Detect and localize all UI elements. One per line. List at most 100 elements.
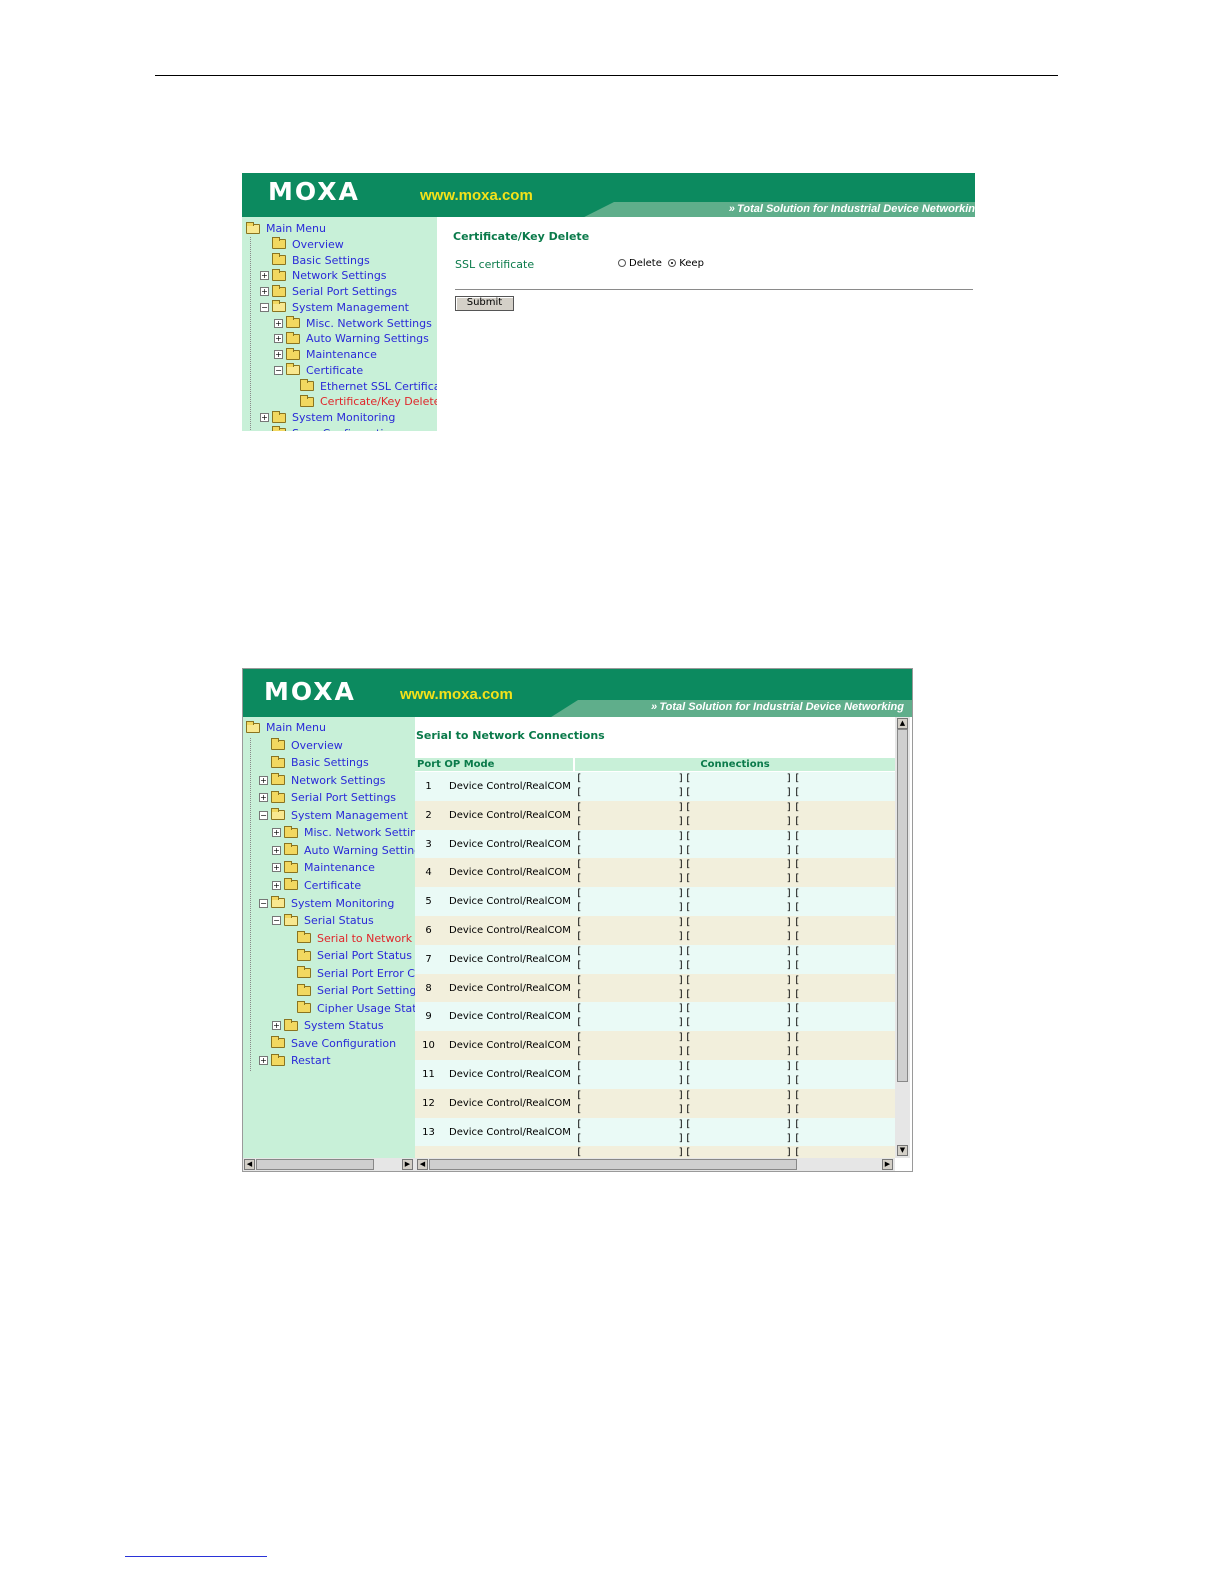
table-row: 2 Device Control/RealCOM[][][[][][	[415, 800, 895, 830]
scrollbar-thumb[interactable]	[429, 1159, 797, 1170]
menu-item-auto-warning-settings[interactable]: + Auto Warning Settings	[274, 331, 429, 346]
bracket: [	[576, 801, 583, 813]
menu-item-save-configuration[interactable]: Save Configuration	[259, 1036, 396, 1051]
port-number: 12	[422, 1097, 435, 1109]
bracket: [	[685, 945, 692, 957]
expand-icon[interactable]: +	[272, 863, 281, 873]
menu-item-basic-settings[interactable]: Basic Settings	[260, 253, 370, 268]
bracket: [	[794, 931, 801, 942]
sidebar-horizontal-scrollbar[interactable]: ◀ ▶	[243, 1158, 415, 1171]
expand-icon[interactable]: +	[260, 287, 269, 296]
menu-item-restart[interactable]: + Restart	[259, 1053, 331, 1068]
menu-item-serial-status[interactable]: − Serial Status	[272, 913, 374, 928]
bracket: [	[794, 959, 801, 971]
scroll-right-icon[interactable]: ▶	[402, 1159, 413, 1170]
menu-item-system-monitoring[interactable]: − System Monitoring	[259, 896, 394, 911]
menu-item-save-configuration[interactable]: Save Configuration	[260, 426, 397, 431]
scrollbar-thumb[interactable]	[897, 729, 908, 1082]
op-mode: Device Control/RealCOM	[449, 838, 571, 850]
scrollbar-thumb[interactable]	[256, 1159, 374, 1170]
certificate-delete-screenshot: MOXA www.moxa.com » Total Solution for I…	[242, 173, 975, 431]
keep-radio[interactable]: Keep	[668, 258, 704, 269]
menu-item-system-management[interactable]: − System Management	[260, 300, 409, 315]
bracket: [	[576, 1103, 583, 1115]
menu-item-system-monitoring[interactable]: + System Monitoring	[260, 410, 395, 425]
scroll-down-icon[interactable]: ▼	[897, 1145, 908, 1156]
scroll-left-icon[interactable]: ◀	[244, 1159, 255, 1170]
expand-icon[interactable]: +	[274, 350, 283, 359]
menu-item-certificate-key-delete[interactable]: Certificate/Key Delete	[288, 394, 437, 409]
collapse-icon[interactable]: −	[274, 365, 283, 375]
bracket: [	[576, 815, 583, 827]
table-row: 8 Device Control/RealCOM[][][[][][	[415, 973, 895, 1003]
menu-item-network-settings[interactable]: + Network Settings	[260, 268, 387, 283]
content-vertical-scrollbar[interactable]: ▲ ▼	[895, 717, 910, 1158]
menu-item-auto-warning-settings[interactable]: + Auto Warning Settings	[272, 843, 415, 858]
op-mode: Device Control/RealCOM	[449, 982, 571, 994]
expand-icon[interactable]: +	[274, 318, 283, 328]
menu-item-serial-port-status[interactable]: Serial Port Status	[285, 948, 412, 963]
bracket: ]	[786, 974, 793, 986]
menu-item-basic-settings[interactable]: Basic Settings	[259, 755, 369, 770]
expand-icon[interactable]: +	[260, 413, 269, 422]
bracket: ]	[678, 1017, 685, 1029]
collapse-icon[interactable]: −	[260, 302, 269, 312]
menu-item-serial-port-settings[interactable]: Serial Port Settings	[285, 983, 415, 998]
bracket: [	[576, 1118, 583, 1130]
menu-item-certificate[interactable]: − Certificate	[274, 363, 363, 378]
menu-item-maintenance[interactable]: + Maintenance	[274, 347, 377, 362]
menu-item-main-menu[interactable]: Main Menu	[246, 221, 326, 236]
scroll-up-icon[interactable]: ▲	[897, 718, 908, 729]
bracket: [	[794, 815, 801, 827]
menu-item-serial-port-settings[interactable]: + Serial Port Settings	[260, 284, 397, 299]
menu-item-certificate[interactable]: + Certificate	[272, 878, 361, 893]
menu-item-overview[interactable]: Overview	[260, 237, 344, 252]
expand-icon[interactable]: +	[272, 828, 281, 838]
bracket: ]	[678, 830, 685, 842]
menu-item-ethernet-ssl-certifica[interactable]: Ethernet SSL Certifica	[288, 379, 437, 394]
menu-item-overview[interactable]: Overview	[259, 738, 343, 753]
menu-item-label: Basic Settings	[292, 253, 370, 267]
collapse-icon[interactable]: −	[272, 916, 281, 926]
table-row: 5 Device Control/RealCOM[][][[][][	[415, 887, 895, 917]
menu-item-network-settings[interactable]: + Network Settings	[259, 773, 386, 788]
submit-button[interactable]: Submit	[455, 296, 514, 311]
connection-slots: [][][	[575, 1118, 895, 1132]
banner-tagline: » Total Solution for Industrial Device N…	[728, 203, 975, 215]
menu-item-serial-to-network-con[interactable]: Serial to Network Con	[285, 931, 415, 946]
folder-icon	[272, 284, 286, 297]
expand-icon[interactable]: +	[259, 1056, 268, 1066]
content-horizontal-scrollbar[interactable]: ◀ ▶	[415, 1158, 895, 1171]
menu-item-label: Restart	[291, 1054, 331, 1068]
expand-icon[interactable]: +	[259, 793, 268, 803]
collapse-icon[interactable]: −	[259, 898, 268, 908]
menu-item-misc-network-settings[interactable]: + Misc. Network Settings	[274, 316, 432, 331]
delete-radio[interactable]: Delete	[618, 258, 662, 269]
scroll-right-icon[interactable]: ▶	[882, 1159, 893, 1170]
menu-item-maintenance[interactable]: + Maintenance	[272, 860, 375, 875]
bracket: [	[685, 830, 692, 842]
expand-icon[interactable]: +	[259, 775, 268, 785]
connections-table: 1 Device Control/RealCOM[][][[][][2 Device…	[415, 772, 895, 1158]
menu-item-system-status[interactable]: + System Status	[272, 1018, 384, 1033]
menu-item-system-management[interactable]: − System Management	[259, 808, 408, 823]
collapse-icon[interactable]: −	[259, 810, 268, 820]
menu-item-main-menu[interactable]: Main Menu	[246, 720, 326, 735]
expand-icon[interactable]: +	[272, 1021, 281, 1031]
expand-icon[interactable]: +	[272, 845, 281, 855]
scroll-left-icon[interactable]: ◀	[417, 1159, 428, 1170]
folder-icon	[272, 237, 286, 250]
expand-icon[interactable]: +	[272, 880, 281, 890]
menu-item-serial-port-settings[interactable]: + Serial Port Settings	[259, 790, 396, 805]
bracket: [	[794, 1089, 801, 1101]
bracket: [	[794, 1061, 801, 1072]
menu-item-label: Auto Warning Settings	[304, 843, 415, 857]
menu-item-cipher-usage-status[interactable]: Cipher Usage Status	[285, 1001, 415, 1016]
connection-slots: [][][	[575, 930, 895, 944]
menu-item-serial-port-error-coun[interactable]: Serial Port Error Coun	[285, 966, 415, 981]
menu-item-misc-network-settings[interactable]: + Misc. Network Settings	[272, 825, 415, 840]
expand-icon[interactable]: +	[274, 334, 283, 344]
folder-open-icon	[271, 808, 285, 821]
expand-icon[interactable]: +	[260, 271, 269, 281]
